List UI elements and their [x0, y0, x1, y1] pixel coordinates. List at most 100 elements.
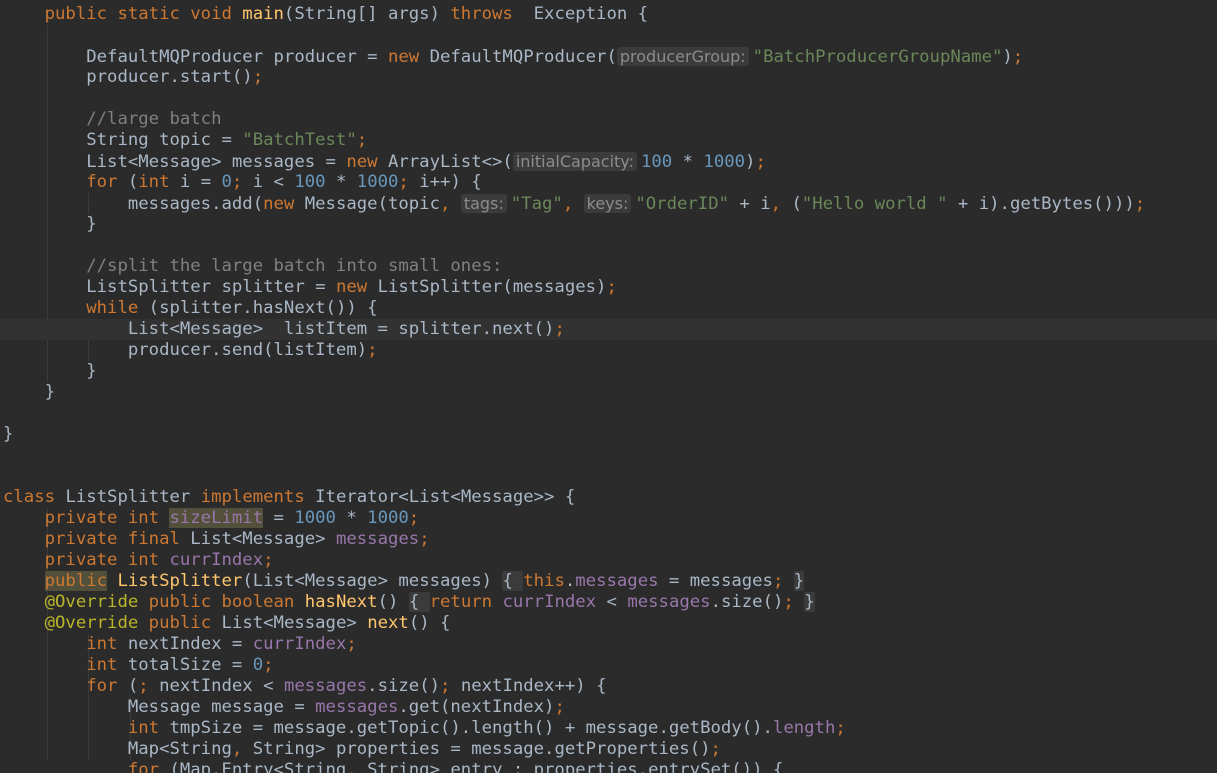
keyword-token: , — [562, 194, 584, 214]
code-line-content: private int currIndex; — [3, 550, 274, 571]
code-text: < — [596, 592, 628, 612]
keyword-token: ; — [252, 67, 264, 87]
code-line[interactable]: private final List<Message> messages; — [0, 529, 1217, 550]
code-line[interactable]: public static void main(String[] args) t… — [0, 4, 1217, 25]
code-line[interactable]: DefaultMQProducer producer = new Default… — [0, 46, 1217, 67]
code-line[interactable]: //large batch — [0, 109, 1217, 130]
annotation: @Override — [3, 592, 149, 612]
code-line[interactable]: messages.add(new Message(topic, tags: "Ta… — [0, 193, 1217, 214]
number-literal: 0 — [221, 172, 232, 192]
string-literal: "OrderID" — [635, 194, 729, 214]
code-line[interactable]: public ListSplitter(List<Message> messag… — [0, 571, 1217, 592]
code-line[interactable]: private int currIndex; — [0, 550, 1217, 571]
code-line-content: String topic = "BatchTest"; — [3, 130, 367, 151]
code-line-content: private final List<Message> messages; — [3, 529, 430, 550]
code-text: List<Message> listItem = splitter.next() — [3, 319, 555, 339]
code-line-content: List<Message> messages = new ArrayList<>… — [3, 151, 766, 173]
code-line[interactable]: List<Message> messages = new ArrayList<>… — [0, 151, 1217, 172]
code-text: List<Message> — [221, 613, 368, 633]
keyword-token: throws — [450, 4, 513, 24]
code-text: ArrayList<>( — [387, 152, 513, 172]
code-line[interactable]: } — [0, 424, 1217, 445]
code-line[interactable]: @Override public boolean hasNext() { ret… — [0, 592, 1217, 613]
number-literal: 1000 — [356, 172, 399, 192]
code-editor[interactable]: public static void main(String[] args) t… — [0, 0, 1217, 773]
code-text: Message(topic — [304, 194, 440, 214]
code-line[interactable]: @Override public List<Message> next() { — [0, 613, 1217, 634]
keyword-token: public static void — [3, 4, 243, 24]
keyword-token: int — [3, 718, 170, 738]
folded-code-brace: } — [793, 571, 805, 591]
keyword-token: ; — [263, 655, 274, 675]
number-literal: 1000 — [703, 152, 746, 172]
code-line[interactable]: while (splitter.hasNext()) { — [0, 298, 1217, 319]
code-line[interactable]: //split the large batch into small ones: — [0, 256, 1217, 277]
code-line[interactable]: class ListSplitter implements Iterator<L… — [0, 487, 1217, 508]
method-name-token: hasNext — [304, 592, 378, 612]
code-line[interactable]: String topic = "BatchTest"; — [0, 130, 1217, 151]
parameter-hint: initialCapacity: — [512, 152, 637, 171]
code-line[interactable] — [0, 88, 1217, 109]
keyword-token: this — [523, 571, 565, 591]
code-line-content: for (Map.Entry<String, String> entry : p… — [3, 760, 783, 773]
code-line-content: class ListSplitter implements Iterator<L… — [3, 487, 575, 508]
code-line[interactable]: int nextIndex = currIndex; — [0, 634, 1217, 655]
code-line[interactable]: } — [0, 382, 1217, 403]
code-line[interactable]: } — [0, 214, 1217, 235]
code-text: totalSize = — [127, 655, 253, 675]
number-literal: 100 — [640, 152, 673, 172]
code-text: i++) { — [419, 172, 482, 192]
keyword-token: int — [138, 172, 180, 192]
code-text: Iterator<List<Message>> { — [315, 487, 576, 507]
code-text: ( — [791, 194, 802, 214]
code-line-content: } — [3, 424, 13, 445]
code-text: } — [3, 214, 97, 234]
code-line[interactable]: } — [0, 361, 1217, 382]
code-line[interactable]: producer.send(listItem); — [0, 340, 1217, 361]
keyword-token: ; — [440, 676, 461, 696]
field-token: messages — [335, 529, 420, 549]
code-text: ( — [127, 676, 139, 696]
code-line-content: ListSplitter splitter = new ListSplitter… — [3, 277, 617, 298]
code-line[interactable]: Map<String, String> properties = message… — [0, 739, 1217, 760]
keyword-token: return — [429, 592, 503, 612]
code-line[interactable]: int tmpSize = message.getTopic().length(… — [0, 718, 1217, 739]
code-line[interactable] — [0, 403, 1217, 424]
number-literal: 100 — [294, 172, 326, 192]
code-line[interactable] — [0, 25, 1217, 46]
code-line[interactable]: ListSplitter splitter = new ListSplitter… — [0, 277, 1217, 298]
keyword-token: ; — [554, 319, 565, 339]
code-text: ( — [127, 172, 139, 192]
keyword-token: ; — [367, 340, 378, 360]
keyword-token: public boolean — [148, 592, 305, 612]
code-text: } — [3, 424, 14, 444]
keyword-token: class — [3, 487, 66, 507]
code-line-content: //large batch — [3, 109, 221, 130]
code-line[interactable]: for (; nextIndex < messages.size(); next… — [0, 676, 1217, 697]
code-line-content: int totalSize = 0; — [3, 655, 274, 676]
keyword-token: new — [335, 277, 378, 297]
keyword-token: ; — [755, 152, 766, 172]
code-line[interactable]: producer.start(); — [0, 67, 1217, 88]
code-text: + i — [729, 194, 771, 214]
parameter-hint: tags: — [460, 194, 507, 213]
string-literal: "BatchProducerGroupName" — [752, 47, 1003, 67]
code-text: producer.start() — [3, 67, 253, 87]
code-text: ListSplitter — [65, 487, 201, 507]
keyword-token: while — [3, 298, 149, 318]
current-code-line[interactable]: List<Message> listItem = splitter.next()… — [0, 319, 1217, 340]
code-line[interactable]: int totalSize = 0; — [0, 655, 1217, 676]
code-text: i < — [252, 172, 295, 192]
code-line[interactable] — [0, 466, 1217, 487]
code-line[interactable]: Message message = messages.get(nextIndex… — [0, 697, 1217, 718]
code-line-content: Message message = messages.get(nextIndex… — [3, 697, 565, 718]
code-line[interactable] — [0, 445, 1217, 466]
folded-code-brace: } — [804, 592, 815, 612]
keyword-token: new — [387, 47, 430, 67]
code-line[interactable]: for (Map.Entry<String, String> entry : p… — [0, 760, 1217, 773]
code-line-content: public ListSplitter(List<Message> messag… — [3, 571, 805, 592]
code-line[interactable] — [0, 235, 1217, 256]
keyword-token: int — [3, 634, 128, 654]
code-line[interactable]: for (int i = 0; i < 100 * 1000; i++) { — [0, 172, 1217, 193]
code-line[interactable]: private int sizeLimit = 1000 * 1000; — [0, 508, 1217, 529]
